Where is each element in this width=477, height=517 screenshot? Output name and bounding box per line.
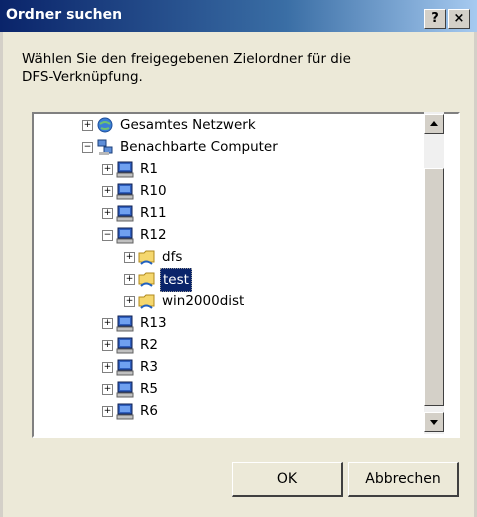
tree-item-label: win2000dist (162, 293, 245, 309)
scroll-down-button[interactable] (424, 412, 444, 432)
tree-item-label: R2 (140, 337, 158, 353)
scroll-thumb[interactable] (424, 168, 444, 406)
close-icon: × (453, 11, 465, 26)
network-computers-icon (97, 139, 113, 155)
shared-folder-icon (138, 294, 155, 309)
window-title: Ordner suchen (6, 7, 123, 23)
expand-icon[interactable]: + (102, 318, 113, 329)
instruction-line-1: Wählen Sie den freigegebenen Zielordner … (22, 51, 351, 67)
collapse-icon[interactable]: − (82, 142, 93, 153)
cancel-button[interactable]: Abbrechen (348, 462, 459, 497)
expand-icon[interactable]: + (102, 164, 113, 175)
expand-icon[interactable]: + (124, 296, 135, 307)
tree-item-label: R1 (140, 161, 158, 177)
scroll-up-button[interactable] (424, 114, 444, 134)
arrow-down-icon (430, 420, 438, 425)
tree-scrollbar[interactable] (424, 112, 444, 434)
expand-icon[interactable]: + (82, 120, 93, 131)
ok-button[interactable]: OK (232, 462, 343, 497)
computer-icon (116, 381, 134, 398)
close-button[interactable]: × (448, 9, 470, 29)
computer-icon (116, 227, 134, 244)
tree-item-label: R13 (140, 315, 167, 331)
expand-icon[interactable]: + (102, 208, 113, 219)
expand-icon[interactable]: + (102, 186, 113, 197)
computer-icon (116, 183, 134, 200)
computer-icon (116, 205, 134, 222)
shared-folder-icon (138, 250, 155, 265)
computer-icon (116, 403, 134, 420)
folder-tree[interactable]: + Gesamtes Netzwerk − Benachbarte Comput… (32, 112, 460, 438)
tree-item-label: R12 (140, 227, 167, 243)
expand-icon[interactable]: + (102, 340, 113, 351)
tree-item-label: R3 (140, 359, 158, 375)
expand-icon[interactable]: + (102, 362, 113, 373)
tree-item-label: R5 (140, 381, 158, 397)
expand-icon[interactable]: + (102, 406, 113, 417)
network-globe-icon (97, 117, 113, 133)
computer-icon (116, 359, 134, 376)
collapse-icon[interactable]: − (102, 230, 113, 241)
tree-item-label: R6 (140, 403, 158, 419)
tree-item-label: R10 (140, 183, 167, 199)
computer-icon (116, 337, 134, 354)
title-bar: Ordner suchen ? × (0, 0, 477, 32)
tree-item-label: dfs (162, 249, 183, 265)
tree-item-label: Gesamtes Netzwerk (120, 117, 256, 133)
instruction-line-2: DFS-Verknüpfung. (22, 69, 143, 85)
instruction-text: Wählen Sie den freigegebenen Zielordner … (22, 50, 442, 86)
expand-icon[interactable]: + (102, 384, 113, 395)
tree-item-label: Benachbarte Computer (120, 139, 278, 155)
help-icon: ? (431, 11, 439, 26)
shared-folder-icon (138, 272, 155, 287)
tree-item-label-selected: test (160, 268, 192, 292)
computer-icon (116, 315, 134, 332)
expand-icon[interactable]: + (124, 274, 135, 285)
help-button[interactable]: ? (424, 9, 446, 29)
tree-item-label: R11 (140, 205, 167, 221)
computer-icon (116, 161, 134, 178)
expand-icon[interactable]: + (124, 252, 135, 263)
arrow-up-icon (430, 121, 438, 126)
